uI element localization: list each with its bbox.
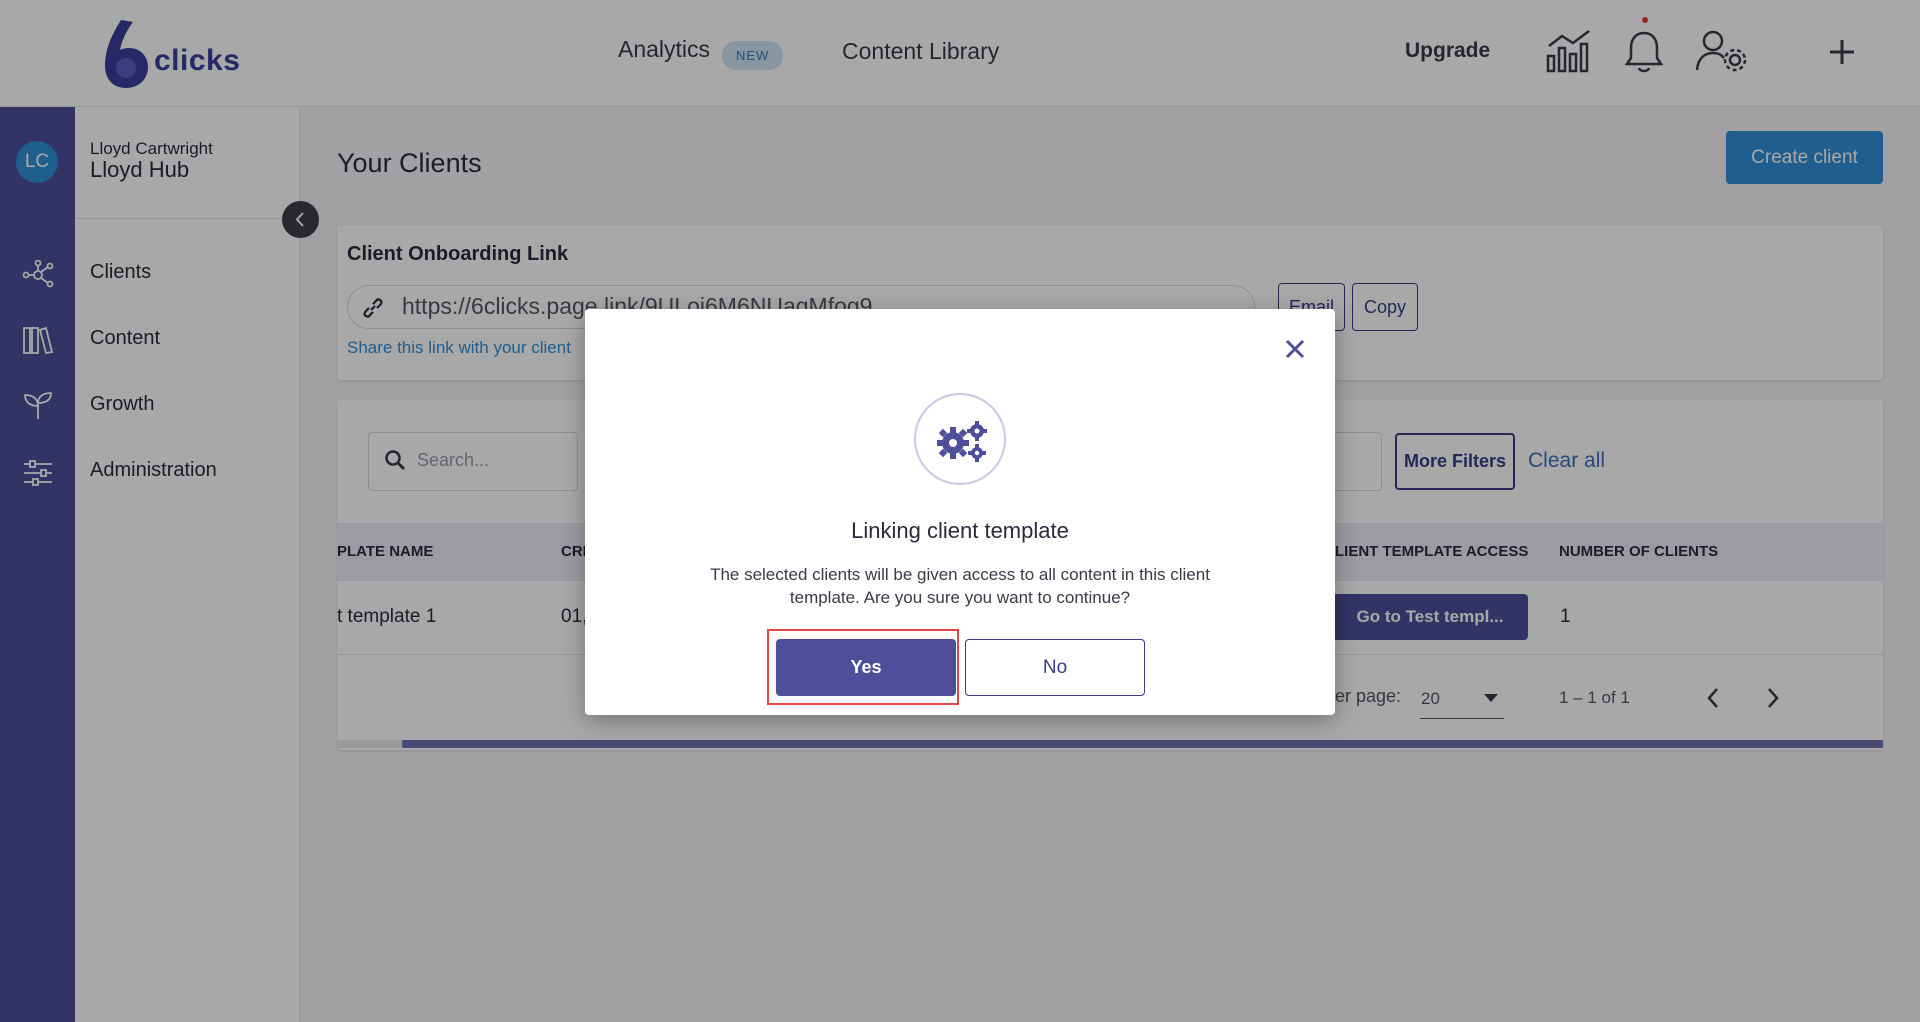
no-button[interactable]: No: [965, 639, 1145, 696]
yes-button[interactable]: Yes: [776, 639, 956, 696]
confirm-dialog: [585, 309, 1335, 715]
gears-icon: [937, 421, 987, 462]
modal-message: The selected clients will be given acces…: [710, 565, 1210, 607]
modal-title: Linking client template: [851, 518, 1069, 543]
close-icon[interactable]: [1281, 335, 1309, 363]
modal-icon-circle: [914, 393, 1006, 485]
